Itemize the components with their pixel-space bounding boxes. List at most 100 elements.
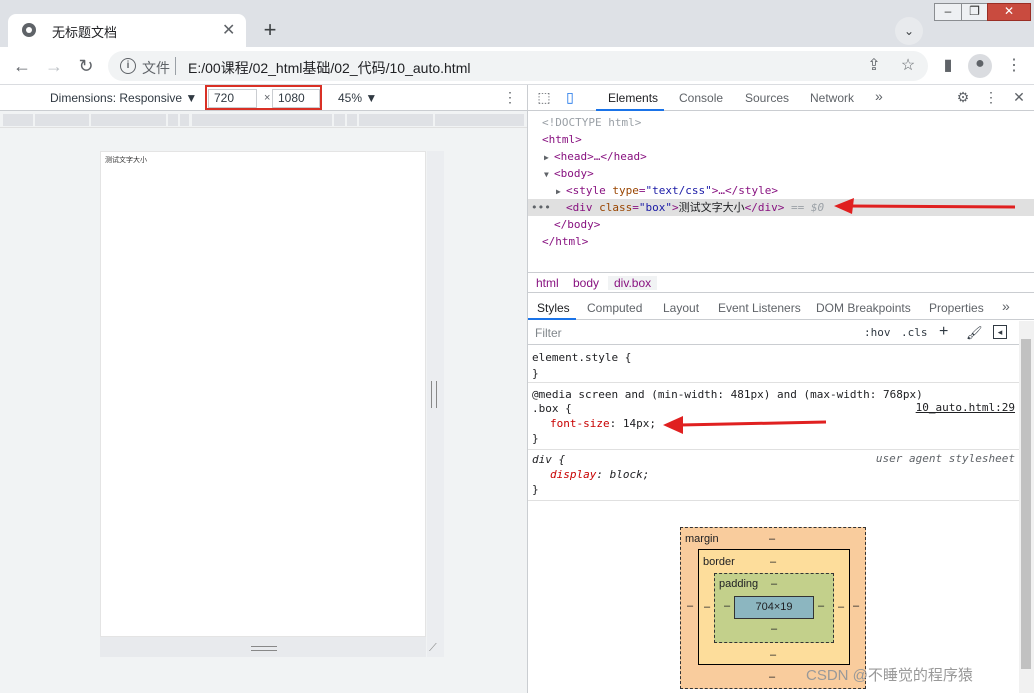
margin-right-value[interactable]: – <box>853 600 859 612</box>
more-tabs-icon[interactable]: » <box>875 88 883 104</box>
dom-doctype[interactable]: <!DOCTYPE html> <box>528 114 1034 131</box>
zoom-dropdown[interactable]: 45% ▼ <box>338 91 377 105</box>
devtools-menu-icon[interactable]: ⋮ <box>983 89 999 105</box>
tab-computed[interactable]: Computed <box>587 301 642 315</box>
address-bar[interactable]: i 文件 E:/00课程/02_html基础/02_代码/10_auto.htm… <box>108 51 928 81</box>
toggle-sidebar-icon[interactable]: ◂ <box>993 325 1007 339</box>
ruler-segment[interactable] <box>35 114 89 126</box>
browser-menu-icon[interactable]: ⋮ <box>1004 56 1024 76</box>
ruler-segment[interactable] <box>435 114 524 126</box>
margin-left-value[interactable]: – <box>687 600 693 612</box>
dom-head[interactable]: ▶ <head>…</head> <box>528 148 1034 165</box>
ruler-segment[interactable] <box>3 114 33 126</box>
crumb-html[interactable]: html <box>536 276 559 290</box>
file-label: 文件 <box>142 60 170 76</box>
crumb-body[interactable]: body <box>573 276 599 290</box>
tab-console[interactable]: Console <box>679 91 723 105</box>
share-icon[interactable]: ⇪ <box>864 56 884 76</box>
expand-triangle-icon[interactable]: ▶ <box>544 149 554 166</box>
bookmark-star-icon[interactable]: ☆ <box>898 56 918 76</box>
dom-html-open[interactable]: <html> <box>528 131 1034 148</box>
resize-handle-bottom[interactable] <box>251 646 277 651</box>
tab-event-listeners[interactable]: Event Listeners <box>718 301 801 315</box>
restore-button[interactable]: ❐ <box>961 3 988 21</box>
ruler-segment[interactable] <box>347 114 357 126</box>
border-left-value[interactable]: – <box>704 601 710 613</box>
device-toggle-icon[interactable]: ▯ <box>562 89 578 105</box>
box-model-padding[interactable]: padding – – – – 704×19 <box>714 573 834 643</box>
minimize-button[interactable]: – <box>934 3 962 21</box>
margin-top-value[interactable]: – <box>769 533 775 545</box>
back-button[interactable]: ← <box>11 55 33 77</box>
url-text[interactable]: E:/00课程/02_html基础/02_代码/10_auto.html <box>188 58 470 78</box>
box-model-content[interactable]: 704×19 <box>734 596 814 619</box>
ruler-segment[interactable] <box>91 114 166 126</box>
dom-body-open[interactable]: ▼ <body> <box>528 165 1034 182</box>
collapse-triangle-icon[interactable]: ▼ <box>544 166 554 183</box>
settings-gear-icon[interactable]: ⚙ <box>955 89 971 105</box>
browser-tab[interactable]: 无标题文档 ✕ <box>8 14 246 47</box>
more-dots-icon[interactable]: ••• <box>531 199 551 216</box>
crumb-div-box[interactable]: div.box <box>608 276 658 290</box>
cls-button[interactable]: .cls <box>901 326 928 339</box>
tab-sources[interactable]: Sources <box>745 91 789 105</box>
inspect-element-icon[interactable]: ⬚ <box>536 89 552 105</box>
forward-button[interactable]: → <box>43 55 65 77</box>
expand-triangle-icon[interactable]: ▶ <box>556 183 566 200</box>
ruler-segment[interactable] <box>359 114 433 126</box>
border-right-value[interactable]: – <box>838 601 844 613</box>
window-close-button[interactable]: ✕ <box>987 3 1031 21</box>
rule-declaration[interactable]: font-size: 14px; <box>550 416 656 431</box>
tab-properties[interactable]: Properties <box>929 301 984 315</box>
padding-bottom-value[interactable]: – <box>771 623 777 635</box>
width-input[interactable]: 720 <box>208 89 257 108</box>
hov-button[interactable]: :hov <box>864 326 891 339</box>
tab-styles[interactable]: Styles <box>537 301 570 315</box>
border-bottom-value[interactable]: – <box>770 649 776 661</box>
ruler-segment[interactable] <box>334 114 345 126</box>
padding-right-value[interactable]: – <box>818 600 824 612</box>
border-top-value[interactable]: – <box>770 556 776 568</box>
info-icon[interactable]: i <box>120 58 136 74</box>
tab-layout[interactable]: Layout <box>663 301 699 315</box>
more-style-tabs-icon[interactable]: » <box>1002 298 1010 314</box>
side-panel-icon[interactable]: ▮ <box>938 56 958 76</box>
filter-input[interactable]: Filter <box>535 326 562 340</box>
new-rule-button[interactable]: + <box>939 323 948 341</box>
ruler-segment[interactable] <box>192 114 332 126</box>
height-input[interactable]: 1080 <box>272 89 320 108</box>
resize-handle-right[interactable] <box>431 381 437 408</box>
padding-top-value[interactable]: – <box>771 578 777 590</box>
dom-body-close[interactable]: </body> <box>528 216 1034 233</box>
resize-handle-corner[interactable]: ⟋ <box>429 642 440 654</box>
close-tab-icon[interactable]: ✕ <box>222 20 235 40</box>
close-devtools-icon[interactable]: ✕ <box>1011 89 1027 105</box>
rule-selector: element.style { <box>532 351 632 364</box>
emulated-page[interactable]: 测试文字大小 <box>100 151 426 637</box>
rule-div-ua[interactable]: div { user agent stylesheet display: blo… <box>528 451 1019 501</box>
scroll-thumb[interactable] <box>1021 339 1031 669</box>
margin-bottom-value[interactable]: – <box>769 671 775 683</box>
dom-tree: <!DOCTYPE html> <html> ▶ <head>…</head> ▼… <box>528 112 1034 272</box>
reload-button[interactable]: ↻ <box>75 55 97 77</box>
more-options-icon[interactable]: ⋮ <box>503 89 517 106</box>
rule-element-style[interactable]: element.style { } <box>528 347 1019 383</box>
tab-search-button[interactable]: ⌄ <box>895 17 923 45</box>
dom-html-close[interactable]: </html> <box>528 233 1034 250</box>
tab-dom-breakpoints[interactable]: DOM Breakpoints <box>816 301 911 315</box>
new-tab-button[interactable]: + <box>256 17 284 45</box>
media-query-ruler[interactable] <box>0 111 527 128</box>
paint-brush-icon[interactable]: 🖌 <box>966 325 983 341</box>
doctype-text: <!DOCTYPE html> <box>542 116 642 129</box>
rule-close: } <box>532 367 539 380</box>
box-model-border[interactable]: border – – – – padding – – – – 704×19 <box>698 549 850 665</box>
tab-network[interactable]: Network <box>810 91 854 105</box>
profile-avatar[interactable]: ● <box>968 54 992 78</box>
tab-elements[interactable]: Elements <box>608 91 658 105</box>
styles-scrollbar[interactable] <box>1019 321 1034 693</box>
dimensions-dropdown[interactable]: Dimensions: Responsive ▼ <box>50 91 197 105</box>
ruler-segment[interactable] <box>180 114 189 126</box>
rule-source-link[interactable]: 10_auto.html:29 <box>916 401 1015 414</box>
padding-left-value[interactable]: – <box>724 600 730 612</box>
ruler-segment[interactable] <box>168 114 178 126</box>
